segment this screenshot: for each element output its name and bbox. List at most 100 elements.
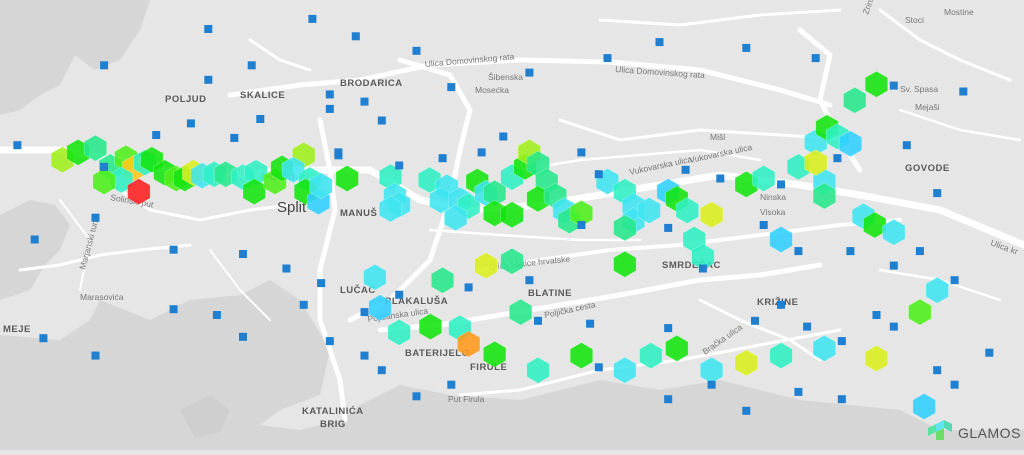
site-marker[interactable] xyxy=(889,261,898,270)
street-label: Šibenska xyxy=(488,72,523,82)
site-marker[interactable] xyxy=(742,43,751,52)
site-marker[interactable] xyxy=(716,174,725,183)
site-marker[interactable] xyxy=(915,247,924,256)
street-label: Stoci xyxy=(905,15,924,25)
site-marker[interactable] xyxy=(230,133,239,142)
site-marker[interactable] xyxy=(91,351,100,360)
site-marker[interactable] xyxy=(586,319,595,328)
site-marker[interactable] xyxy=(169,305,178,314)
site-marker[interactable] xyxy=(317,279,326,288)
district-label: MEJE xyxy=(3,324,31,335)
site-marker[interactable] xyxy=(91,213,100,222)
site-marker[interactable] xyxy=(751,316,759,325)
site-marker[interactable] xyxy=(477,148,486,157)
site-marker[interactable] xyxy=(412,392,421,401)
site-marker[interactable] xyxy=(360,97,369,106)
site-marker[interactable] xyxy=(933,189,942,198)
site-marker[interactable] xyxy=(889,322,898,331)
site-marker[interactable] xyxy=(742,406,751,415)
site-marker[interactable] xyxy=(447,380,456,389)
site-marker[interactable] xyxy=(664,395,673,404)
district-label: PLAKALUŠA xyxy=(385,295,448,307)
site-marker[interactable] xyxy=(846,247,855,256)
site-marker[interactable] xyxy=(282,264,291,273)
site-marker[interactable] xyxy=(239,250,247,258)
map-canvas[interactable]: POLJUD SKALICEBRODARICALUČACPLAKALUŠABLAT… xyxy=(0,0,1024,450)
site-marker[interactable] xyxy=(239,332,247,341)
site-marker[interactable] xyxy=(438,154,447,163)
site-marker[interactable] xyxy=(655,38,664,47)
site-marker[interactable] xyxy=(525,68,534,77)
site-marker[interactable] xyxy=(204,25,213,33)
site-marker[interactable] xyxy=(664,324,673,333)
street-label: Mostine xyxy=(944,7,974,17)
site-marker[interactable] xyxy=(525,276,534,285)
site-marker[interactable] xyxy=(698,264,707,273)
site-marker[interactable] xyxy=(950,380,959,389)
site-marker[interactable] xyxy=(933,366,942,375)
site-marker[interactable] xyxy=(837,337,846,346)
site-marker[interactable] xyxy=(794,387,803,396)
site-marker[interactable] xyxy=(950,276,959,285)
site-marker[interactable] xyxy=(594,170,603,179)
site-marker[interactable] xyxy=(577,148,586,157)
site-marker[interactable] xyxy=(152,131,161,139)
site-marker[interactable] xyxy=(325,104,334,113)
district-label: BRIG xyxy=(320,419,346,430)
site-marker[interactable] xyxy=(395,290,404,299)
site-marker[interactable] xyxy=(811,54,820,63)
site-marker[interactable] xyxy=(777,180,785,189)
site-marker[interactable] xyxy=(412,46,421,55)
site-marker[interactable] xyxy=(759,221,768,229)
site-marker[interactable] xyxy=(395,161,404,170)
map-container[interactable]: POLJUD SKALICE BRODARICA LUČAC PLAKALUŠA BLAT… xyxy=(0,0,1024,450)
site-marker[interactable] xyxy=(100,162,109,171)
site-marker[interactable] xyxy=(833,154,842,163)
site-marker[interactable] xyxy=(334,148,343,157)
site-marker[interactable] xyxy=(100,61,109,70)
site-marker[interactable] xyxy=(13,141,22,150)
site-marker[interactable] xyxy=(212,311,221,319)
site-marker[interactable] xyxy=(777,300,785,309)
site-marker[interactable] xyxy=(707,380,716,389)
site-marker[interactable] xyxy=(872,311,881,319)
site-marker[interactable] xyxy=(577,221,586,229)
site-marker[interactable] xyxy=(603,54,612,63)
site-marker[interactable] xyxy=(30,235,39,244)
site-marker[interactable] xyxy=(594,363,603,372)
site-marker[interactable] xyxy=(534,316,542,325)
site-marker[interactable] xyxy=(794,247,803,256)
district-label: MANUŠ xyxy=(340,207,377,219)
site-marker[interactable] xyxy=(186,119,195,128)
site-marker[interactable] xyxy=(902,141,911,150)
site-marker[interactable] xyxy=(889,81,898,90)
site-marker[interactable] xyxy=(985,348,994,357)
site-marker[interactable] xyxy=(169,245,178,254)
site-marker[interactable] xyxy=(447,83,456,92)
site-marker[interactable] xyxy=(803,322,812,331)
site-marker[interactable] xyxy=(837,395,846,404)
site-marker[interactable] xyxy=(377,366,386,375)
site-marker[interactable] xyxy=(247,61,256,70)
street-label: Sv. Spasa xyxy=(900,84,938,94)
site-marker[interactable] xyxy=(360,351,369,360)
site-marker[interactable] xyxy=(256,115,265,123)
street-label: Mejaši xyxy=(915,102,940,112)
site-marker[interactable] xyxy=(959,87,968,96)
street-label: Visoka xyxy=(760,207,786,217)
site-marker[interactable] xyxy=(325,90,334,99)
site-marker[interactable] xyxy=(325,337,334,346)
site-marker[interactable] xyxy=(377,116,386,125)
site-marker[interactable] xyxy=(499,132,508,141)
site-marker[interactable] xyxy=(464,283,473,292)
site-marker[interactable] xyxy=(204,75,213,84)
site-marker[interactable] xyxy=(308,14,317,23)
site-marker[interactable] xyxy=(299,300,308,309)
site-marker[interactable] xyxy=(39,334,48,343)
site-marker[interactable] xyxy=(351,32,360,41)
brand-name: GLAMOS xyxy=(958,425,1021,441)
site-marker[interactable] xyxy=(664,223,673,232)
site-marker[interactable] xyxy=(360,308,369,317)
district-label: BLATINE xyxy=(528,288,572,299)
site-marker[interactable] xyxy=(681,165,690,174)
